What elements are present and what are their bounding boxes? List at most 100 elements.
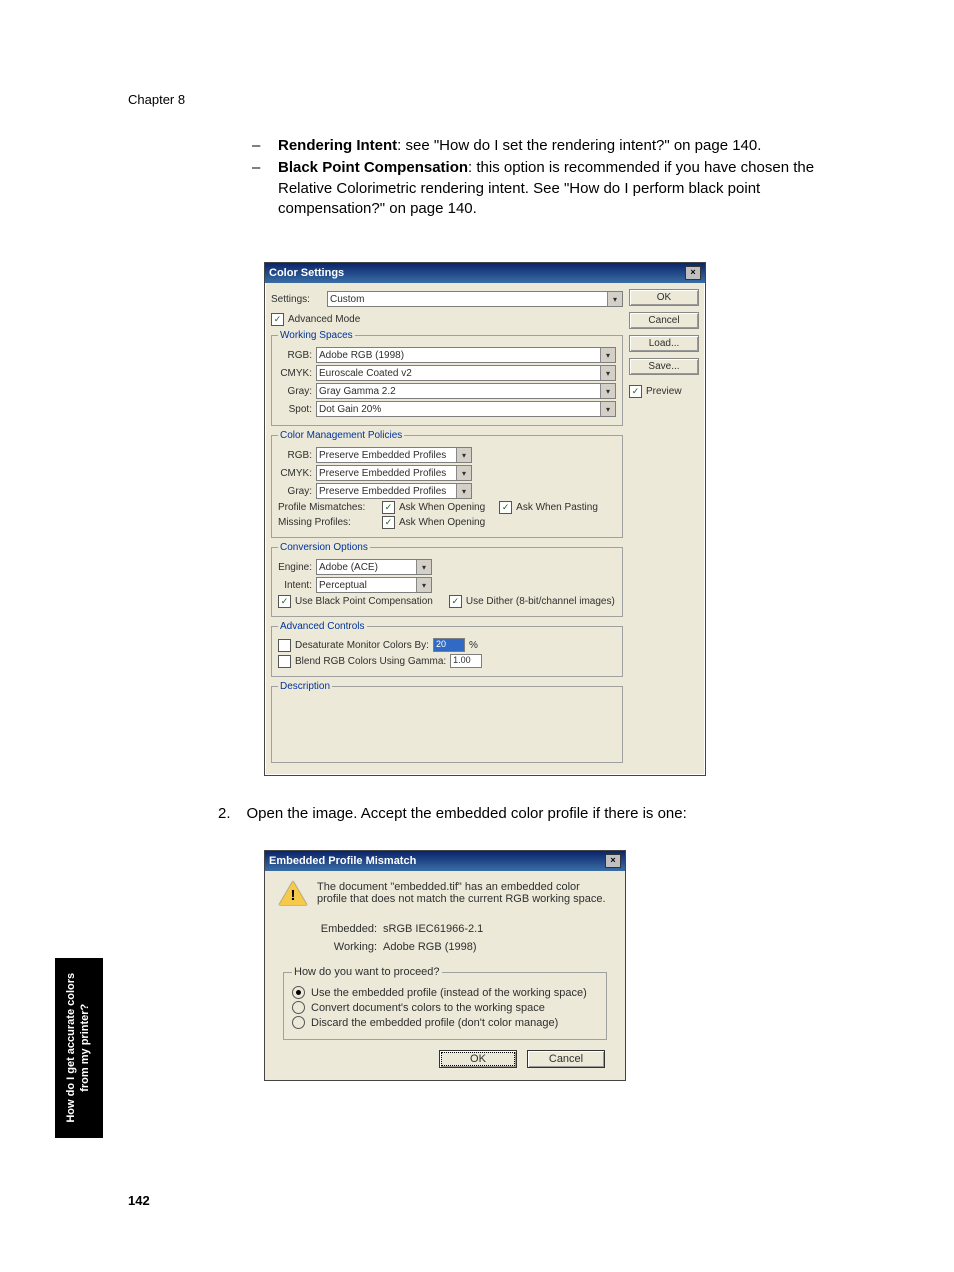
ws-spot-value: Dot Gain 20% (319, 404, 381, 415)
close-icon[interactable]: × (685, 266, 701, 280)
ws-rgb-combo[interactable]: Adobe RGB (1998) ▾ (316, 347, 616, 363)
intent-label: Intent: (278, 580, 312, 591)
ws-gray-label: Gray: (278, 386, 312, 397)
bullet1-rest: : see "How do I set the rendering intent… (397, 137, 761, 154)
ws-gray-combo[interactable]: Gray Gamma 2.2 ▾ (316, 383, 616, 399)
close-icon[interactable]: × (605, 854, 621, 868)
embedded-label: Embedded: (315, 921, 377, 939)
ask-open-label: Ask When Opening (399, 502, 485, 513)
radio-convert[interactable] (292, 1001, 305, 1014)
bullet2-title: Black Point Compensation (278, 159, 468, 176)
chevron-down-icon[interactable]: ▾ (456, 484, 471, 498)
cmp-gray-combo[interactable]: Preserve Embedded Profiles▾ (316, 483, 472, 499)
radio-convert-label: Convert document's colors to the working… (311, 1002, 545, 1014)
bpc-label: Use Black Point Compensation (295, 596, 433, 607)
missing-ask-open-label: Ask When Opening (399, 517, 485, 528)
cmp-cmyk-combo[interactable]: Preserve Embedded Profiles ▾ (316, 465, 472, 481)
description-group: Description (271, 681, 623, 763)
cmp-rgb-value: Preserve Embedded Profiles (319, 450, 446, 461)
warning-icon: ! (279, 881, 307, 907)
intent-combo[interactable]: Perceptual ▾ (316, 577, 432, 593)
cmp-legend: Color Management Policies (278, 430, 404, 441)
working-spaces-group: Working Spaces RGB: Adobe RGB (1998)▾ CM… (271, 330, 623, 426)
description-legend: Description (278, 681, 332, 692)
cmp-rgb-combo[interactable]: Preserve Embedded Profiles ▾ (316, 447, 472, 463)
dither-label: Use Dither (8-bit/channel images) (466, 596, 615, 607)
embedded-value: sRGB IEC61966-2.1 (383, 921, 483, 939)
bpc-checkbox[interactable] (278, 595, 291, 608)
cmp-cmyk-label: CMYK: (278, 468, 312, 479)
chevron-down-icon[interactable]: ▾ (600, 402, 615, 416)
cancel-button[interactable]: Cancel (629, 312, 699, 329)
conv-legend: Conversion Options (278, 542, 370, 553)
chevron-down-icon[interactable]: ▾ (416, 578, 431, 592)
engine-value: Adobe (ACE) (319, 562, 378, 573)
desaturate-checkbox[interactable] (278, 639, 291, 652)
ok-button[interactable]: OK (629, 289, 699, 306)
desaturate-input[interactable]: 20 (433, 638, 465, 652)
step-2: 2. Open the image. Accept the embedded c… (218, 805, 687, 822)
ask-open-checkbox[interactable] (382, 501, 395, 514)
load-button[interactable]: Load... (629, 335, 699, 352)
intro-bullets: – Rendering Intent: see "How do I set th… (252, 136, 832, 221)
bullet1-title: Rendering Intent (278, 137, 397, 154)
cmp-gray-label: Gray: (278, 486, 312, 497)
ok-button[interactable]: OK (439, 1050, 517, 1068)
ask-paste-checkbox[interactable] (499, 501, 512, 514)
side-tab-line2: from my printer? (79, 1004, 91, 1092)
advanced-mode-label: Advanced Mode (288, 314, 360, 325)
titlebar: Color Settings × (265, 263, 705, 283)
profile-mismatches-label: Profile Mismatches: (278, 502, 378, 513)
color-mgmt-policies-group: Color Management Policies RGB: Preserve … (271, 430, 623, 538)
save-button[interactable]: Save... (629, 358, 699, 375)
blend-gamma-label: Blend RGB Colors Using Gamma: (295, 656, 446, 667)
ws-spot-combo[interactable]: Dot Gain 20% ▾ (316, 401, 616, 417)
advanced-controls-group: Advanced Controls Desaturate Monitor Col… (271, 621, 623, 677)
ws-rgb-label: RGB: (278, 350, 312, 361)
ws-spot-label: Spot: (278, 404, 312, 415)
radio-discard[interactable] (292, 1016, 305, 1029)
intent-value: Perceptual (319, 580, 367, 591)
working-label: Working: (315, 939, 377, 957)
working-spaces-legend: Working Spaces (278, 330, 355, 341)
settings-value: Custom (330, 294, 364, 305)
side-tab-line1: How do I get accurate colors (65, 973, 77, 1123)
page-number: 142 (128, 1193, 150, 1208)
ws-rgb-value: Adobe RGB (1998) (319, 350, 404, 361)
dither-checkbox[interactable] (449, 595, 462, 608)
settings-combo[interactable]: Custom ▾ (327, 291, 623, 307)
cmp-cmyk-value: Preserve Embedded Profiles (319, 468, 446, 479)
proceed-group: How do you want to proceed? Use the embe… (283, 966, 607, 1040)
titlebar: Embedded Profile Mismatch × (265, 851, 625, 871)
adv-legend: Advanced Controls (278, 621, 367, 632)
blend-gamma-checkbox[interactable] (278, 655, 291, 668)
chevron-down-icon[interactable]: ▾ (600, 348, 615, 362)
missing-ask-open-checkbox[interactable] (382, 516, 395, 529)
conversion-options-group: Conversion Options Engine: Adobe (ACE)▾ … (271, 542, 623, 617)
settings-label: Settings: (271, 294, 321, 305)
chevron-down-icon[interactable]: ▾ (416, 560, 431, 574)
chevron-down-icon[interactable]: ▾ (456, 448, 471, 462)
step-number: 2. (218, 805, 231, 822)
cancel-button[interactable]: Cancel (527, 1050, 605, 1068)
ws-gray-value: Gray Gamma 2.2 (319, 386, 396, 397)
cmp-rgb-label: RGB: (278, 450, 312, 461)
side-tab: How do I get accurate colors from my pri… (55, 958, 103, 1138)
engine-combo[interactable]: Adobe (ACE) ▾ (316, 559, 432, 575)
engine-label: Engine: (278, 562, 312, 573)
preview-checkbox[interactable] (629, 385, 642, 398)
bullet-dash: – (252, 158, 278, 219)
chevron-down-icon[interactable]: ▾ (607, 292, 622, 306)
chevron-down-icon[interactable]: ▾ (600, 366, 615, 380)
percent-label: % (469, 640, 478, 651)
blend-gamma-input[interactable]: 1.00 (450, 654, 482, 668)
radio-use-embedded[interactable] (292, 986, 305, 999)
ws-cmyk-combo[interactable]: Euroscale Coated v2▾ (316, 365, 616, 381)
step-text: Open the image. Accept the embedded colo… (247, 805, 687, 822)
bullet-dash: – (252, 136, 278, 156)
chevron-down-icon[interactable]: ▾ (600, 384, 615, 398)
chevron-down-icon[interactable]: ▾ (456, 466, 471, 480)
radio-use-embedded-label: Use the embedded profile (instead of the… (311, 987, 587, 999)
advanced-mode-checkbox[interactable] (271, 313, 284, 326)
chapter-header: Chapter 8 (128, 92, 185, 107)
